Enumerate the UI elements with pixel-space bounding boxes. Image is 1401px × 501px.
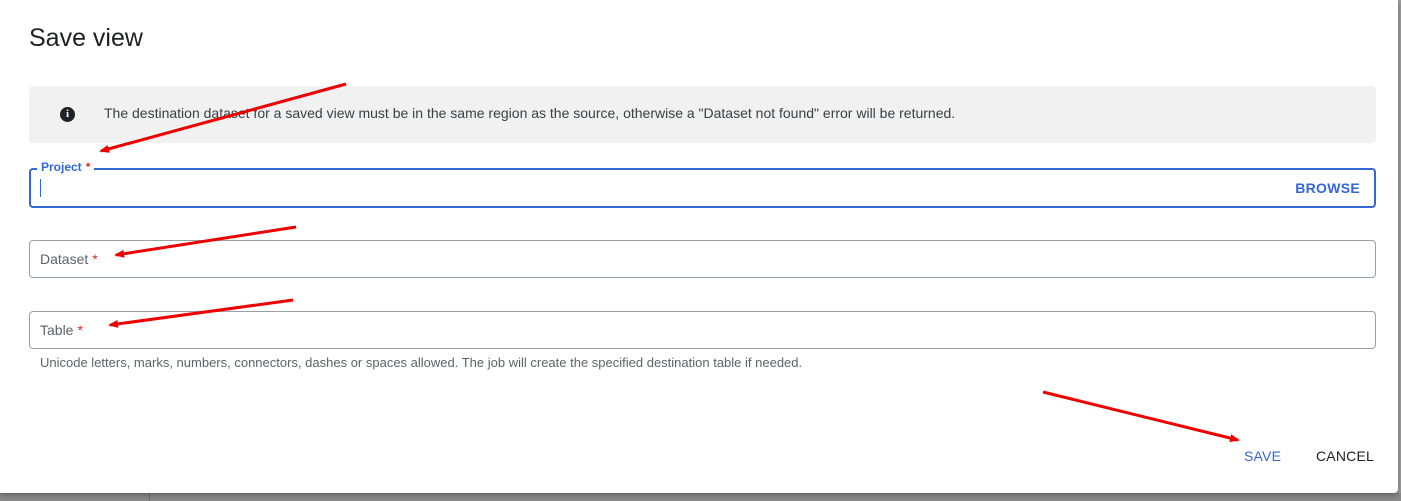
text-cursor — [40, 179, 41, 197]
info-banner-text: The destination dataset for a saved view… — [104, 105, 956, 121]
table-hint: Unicode letters, marks, numbers, connect… — [40, 355, 803, 370]
save-button[interactable]: SAVE — [1244, 448, 1281, 464]
project-label: Project * — [37, 160, 95, 174]
dialog-title: Save view — [29, 24, 143, 52]
background-page-strip — [0, 493, 1401, 501]
background-divider — [149, 493, 150, 501]
table-label-text: Table — [40, 322, 74, 338]
info-icon: i — [60, 107, 75, 122]
save-view-dialog: Save view i The destination dataset for … — [0, 0, 1398, 493]
cancel-button[interactable]: CANCEL — [1316, 448, 1374, 464]
table-label: Table * — [40, 322, 83, 338]
project-label-text: Project — [41, 160, 82, 174]
project-required-mark: * — [85, 160, 91, 174]
dataset-label: Dataset * — [40, 251, 98, 267]
project-field[interactable]: Project * BROWSE — [29, 160, 1376, 208]
table-required-mark: * — [77, 322, 83, 338]
info-banner: i The destination dataset for a saved vi… — [29, 86, 1376, 143]
browse-button[interactable]: BROWSE — [1295, 180, 1360, 196]
dataset-required-mark: * — [92, 251, 98, 267]
table-field[interactable]: Table * — [29, 311, 1376, 349]
dataset-label-text: Dataset — [40, 251, 89, 267]
dataset-field[interactable]: Dataset * — [29, 240, 1376, 278]
